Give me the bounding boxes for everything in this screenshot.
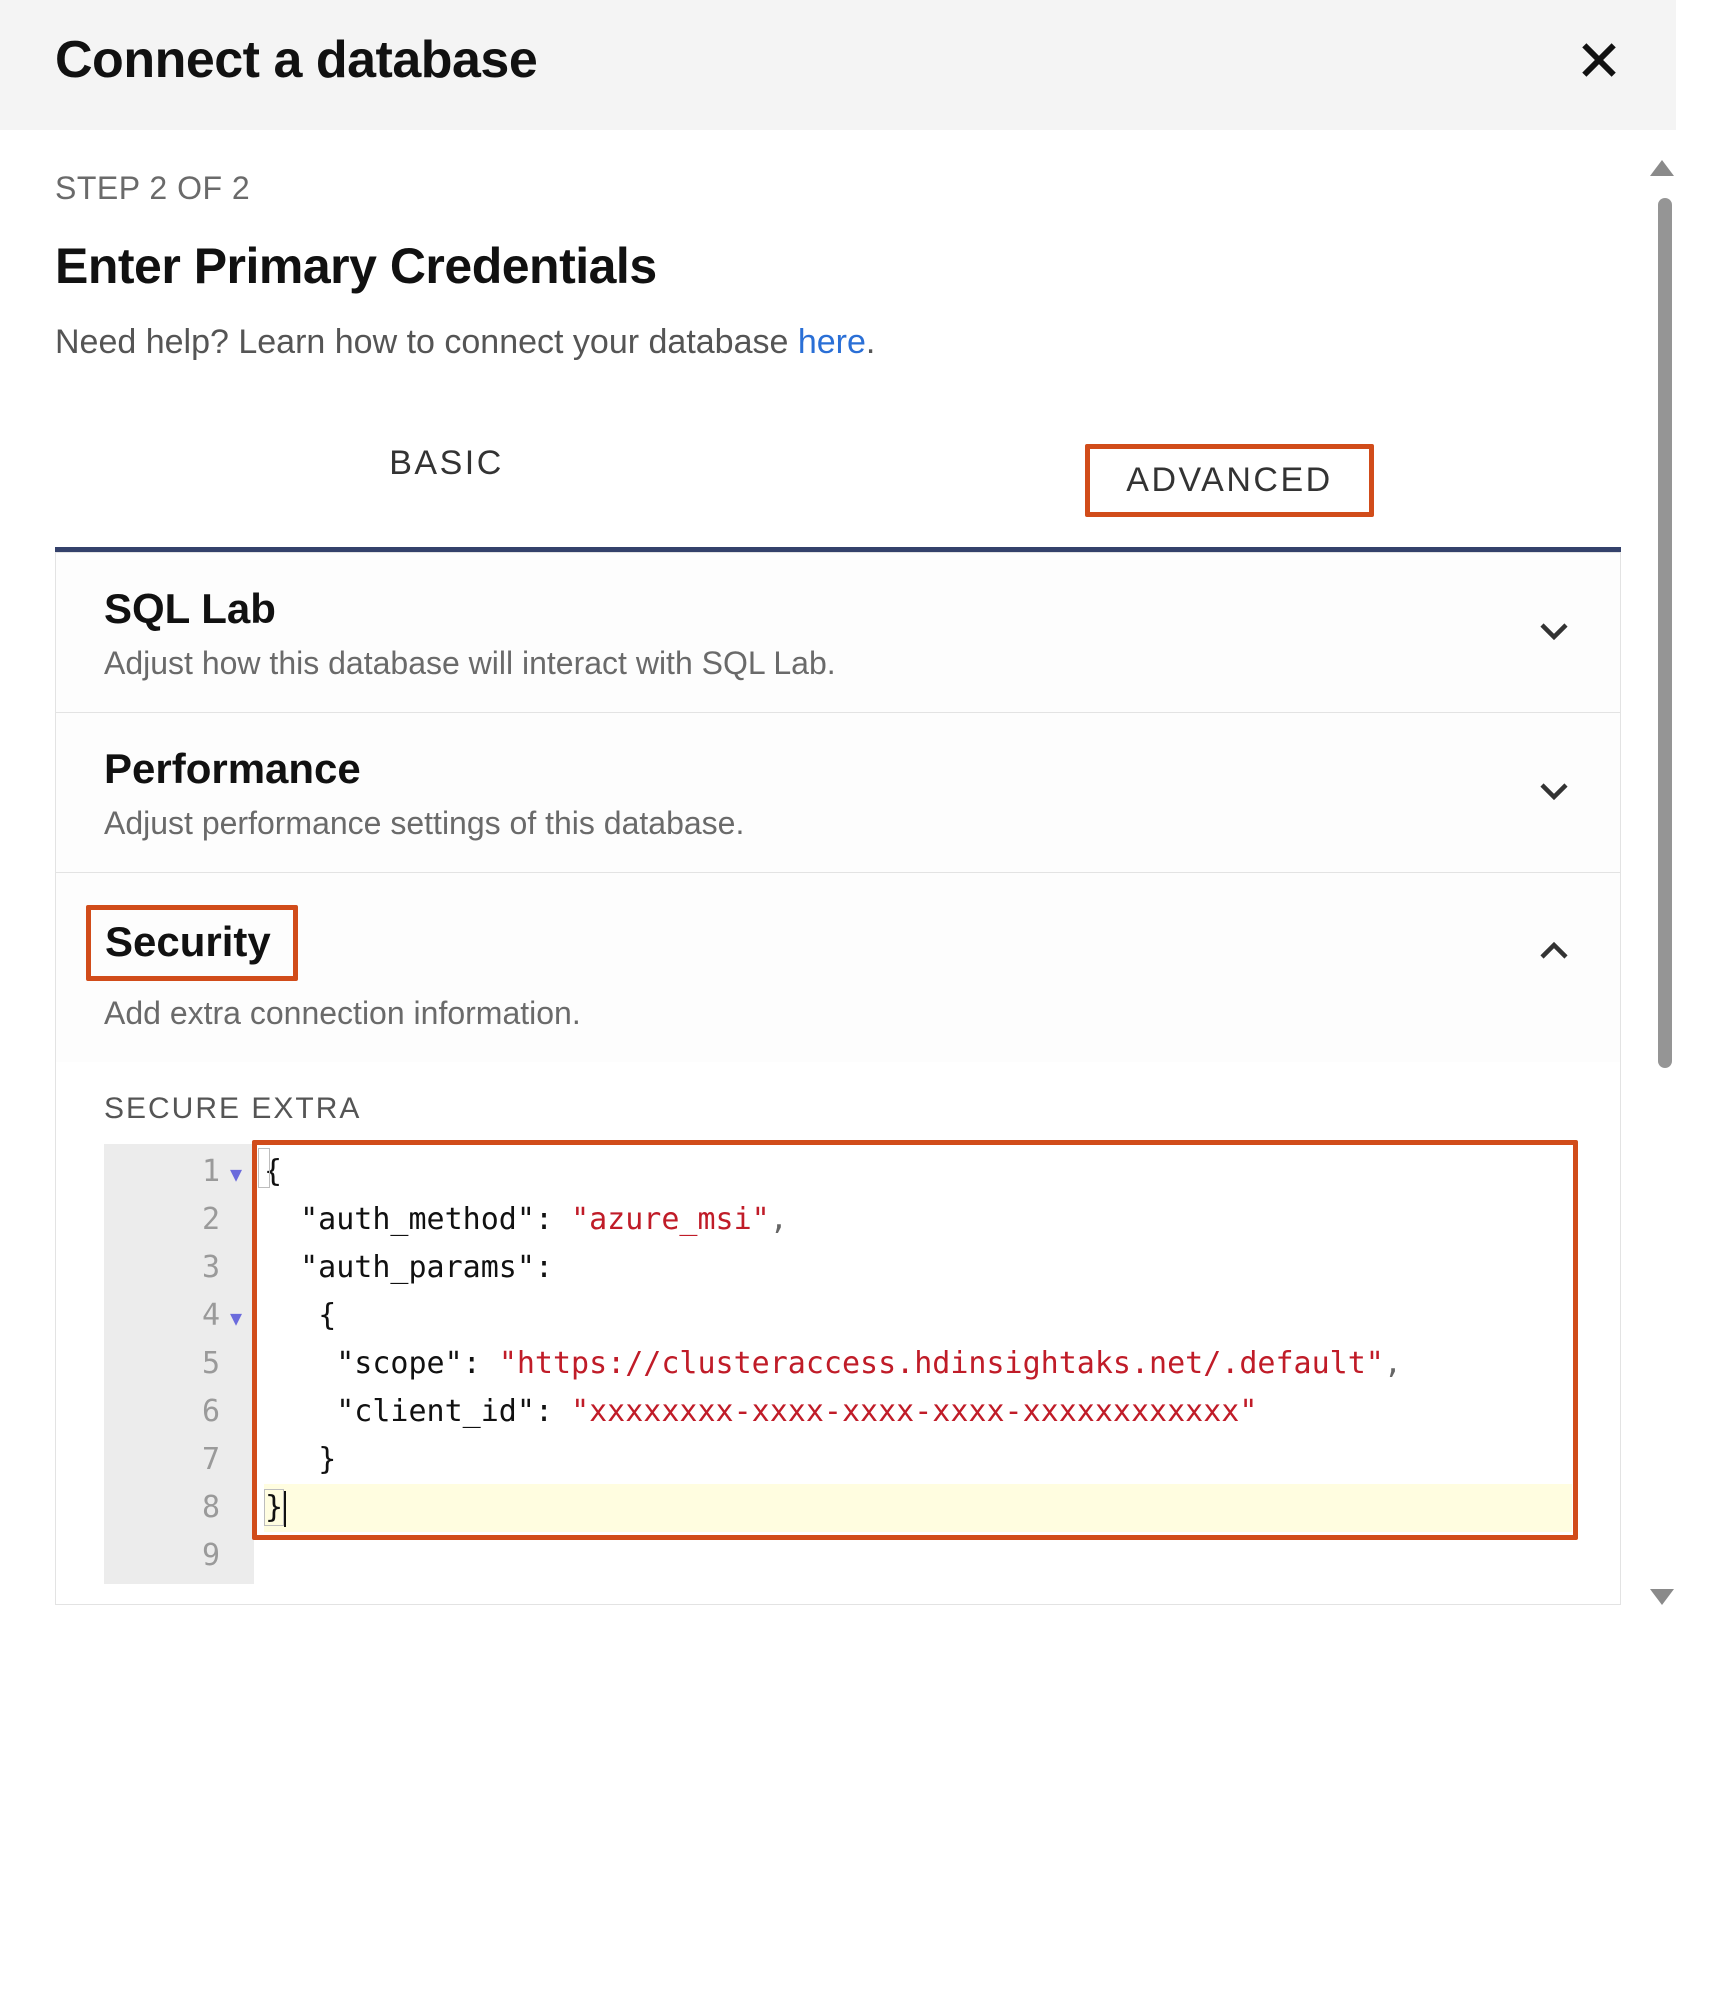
line-number: 2▼ [130, 1196, 242, 1244]
accordion-head-sql-lab[interactable]: SQL Lab Adjust how this database will in… [56, 553, 1620, 712]
line-number: 7▼ [130, 1436, 242, 1484]
code-line [264, 1532, 1572, 1580]
chevron-up-icon [1536, 933, 1572, 974]
code-line: { [264, 1148, 1572, 1196]
accordion-item-performance: Performance Adjust performance settings … [56, 713, 1620, 873]
code-line: "auth_method": "azure_msi", [264, 1196, 1572, 1244]
accordion-head-performance[interactable]: Performance Adjust performance settings … [56, 713, 1620, 872]
accordion-item-security: Security Add extra connection informatio… [56, 873, 1620, 1604]
tab-basic-label: BASIC [389, 444, 504, 482]
secure-extra-code-editor[interactable]: 1▼ 2▼ 3▼ 4▼ 5▼ 6▼ 7▼ 8▼ 9▼ [104, 1144, 1572, 1584]
fold-arrow-icon[interactable]: ▼ [220, 1158, 242, 1190]
line-number: 1▼ [130, 1148, 242, 1196]
code-line: "scope": "https://clusteraccess.hdinsigh… [264, 1340, 1572, 1388]
fold-arrow-icon[interactable]: ▼ [220, 1302, 242, 1334]
code-line: "client_id": "xxxxxxxx-xxxx-xxxx-xxxx-xx… [264, 1388, 1572, 1436]
security-panel-body: SECURE EXTRA 1▼ 2▼ 3▼ 4▼ 5▼ 6▼ 7▼ [56, 1062, 1620, 1604]
security-title: Security [105, 918, 271, 966]
code-line: { [264, 1292, 1572, 1340]
scroll-down-arrow-icon[interactable] [1650, 1589, 1674, 1605]
tab-basic[interactable]: BASIC [55, 412, 838, 547]
security-title-highlight: Security [86, 905, 298, 981]
performance-desc: Adjust performance settings of this data… [104, 805, 744, 842]
chevron-down-icon [1536, 613, 1572, 654]
help-suffix: . [866, 323, 875, 361]
step-indicator: STEP 2 OF 2 [55, 170, 1621, 207]
tabs: BASIC ADVANCED [55, 412, 1621, 552]
brace-match-highlight [258, 1148, 270, 1188]
code-line: } [264, 1436, 1572, 1484]
modal-body: STEP 2 OF 2 Enter Primary Credentials Ne… [0, 130, 1676, 1605]
tab-advanced-highlight: ADVANCED [1085, 444, 1373, 517]
advanced-accordion: SQL Lab Adjust how this database will in… [55, 552, 1621, 1605]
security-desc: Add extra connection information. [104, 995, 581, 1032]
code-line-current: } [264, 1484, 1572, 1532]
tab-advanced[interactable]: ADVANCED [838, 412, 1621, 547]
accordion-head-security[interactable]: Security Add extra connection informatio… [56, 873, 1620, 1062]
modal-title: Connect a database [55, 30, 537, 90]
sql-lab-desc: Adjust how this database will interact w… [104, 645, 836, 682]
accordion-item-sql-lab: SQL Lab Adjust how this database will in… [56, 553, 1620, 713]
tab-advanced-label: ADVANCED [1126, 461, 1332, 499]
sub-title: Enter Primary Credentials [55, 237, 1621, 295]
secure-extra-label: SECURE EXTRA [104, 1092, 1572, 1126]
chevron-down-icon [1536, 773, 1572, 814]
scroll-thumb[interactable] [1658, 198, 1672, 1068]
line-number: 5▼ [130, 1340, 242, 1388]
code-gutter: 1▼ 2▼ 3▼ 4▼ 5▼ 6▼ 7▼ 8▼ 9▼ [104, 1144, 254, 1584]
sql-lab-title: SQL Lab [104, 585, 276, 633]
scroll-up-arrow-icon[interactable] [1650, 160, 1674, 176]
code-area[interactable]: { "auth_method": "azure_msi", "auth_para… [254, 1144, 1572, 1584]
vertical-scrollbar[interactable] [1656, 160, 1676, 1605]
help-text: Need help? Learn how to connect your dat… [55, 323, 1621, 362]
line-number: 4▼ [130, 1292, 242, 1340]
connect-database-modal: Connect a database STEP 2 OF 2 Enter Pri… [0, 0, 1676, 1605]
line-number: 3▼ [130, 1244, 242, 1292]
modal-header: Connect a database [0, 0, 1676, 130]
line-number: 9▼ [130, 1532, 242, 1580]
code-line: "auth_params": [264, 1244, 1572, 1292]
help-link[interactable]: here [798, 323, 866, 361]
text-cursor [284, 1491, 286, 1527]
performance-title: Performance [104, 745, 361, 793]
close-icon[interactable] [1577, 38, 1621, 82]
help-prefix: Need help? Learn how to connect your dat… [55, 323, 798, 361]
line-number: 6▼ [130, 1388, 242, 1436]
line-number: 8▼ [130, 1484, 242, 1532]
